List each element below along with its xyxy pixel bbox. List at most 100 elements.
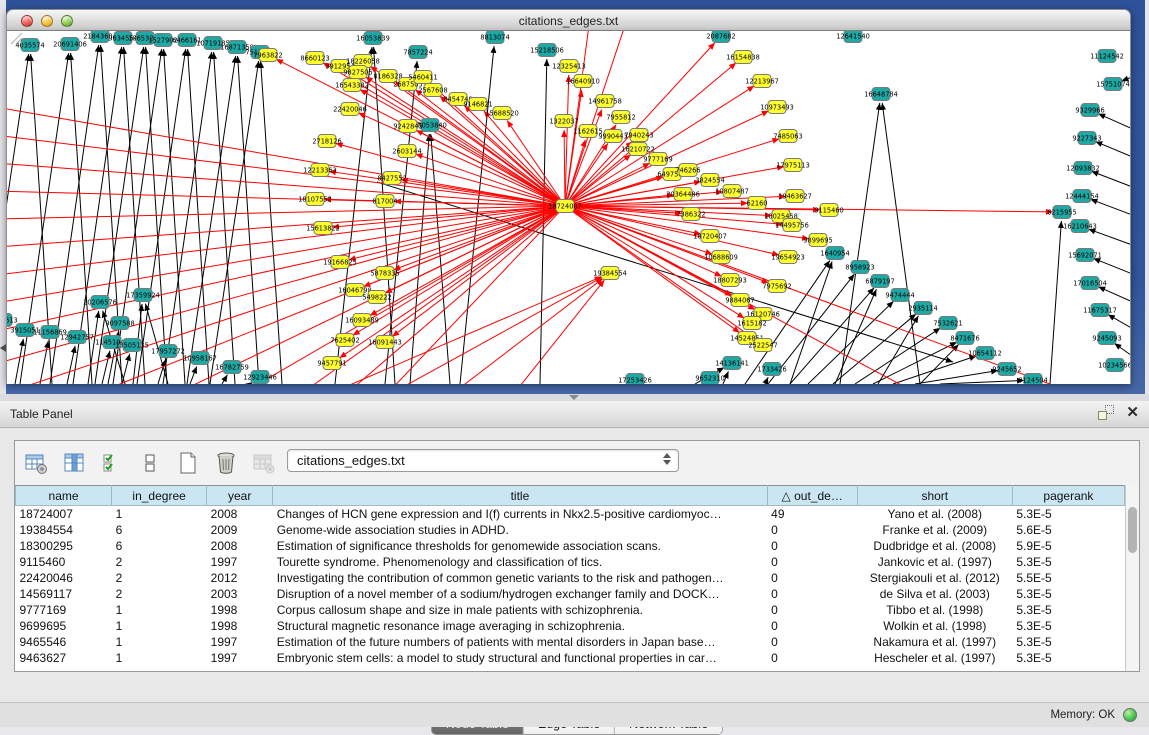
table-cell[interactable]: 9115460 [16,554,112,570]
table-cell[interactable]: 0 [767,650,857,666]
table-cell[interactable]: 19384554 [16,522,112,538]
table-cell[interactable]: 14569117 [16,586,112,602]
table-row[interactable]: 977716911998Corpus callosum shape and si… [16,602,1125,618]
table-cell[interactable]: 1 [112,650,207,666]
table-cell[interactable]: 1998 [207,602,273,618]
table-cell[interactable]: 6 [112,538,207,554]
table-cell[interactable]: 5.3E-5 [1012,554,1124,570]
column-header-4[interactable]: △ out_de… [767,486,857,506]
table-cell[interactable]: 22420046 [16,570,112,586]
table-row[interactable]: 946362711997Embryonic stem cells: a mode… [16,650,1125,666]
table-cell[interactable]: Nakamura et al. (1997) [857,634,1012,650]
table-cell[interactable]: Stergiakouli et al. (2012) [857,570,1012,586]
table-cell[interactable]: 0 [767,538,857,554]
network-canvas[interactable]: 1872400740355742069140621843604963455410… [6,31,1131,384]
table-cell[interactable]: Estimation of significance thresholds fo… [273,538,767,554]
resize-grip[interactable] [7,31,23,45]
table-cell[interactable]: 1 [112,634,207,650]
column-header-5[interactable]: short [857,486,1012,506]
table-cell[interactable]: 1 [112,618,207,634]
table-cell[interactable]: 1997 [207,634,273,650]
table-cell[interactable]: 9465546 [16,634,112,650]
table-cell[interactable]: 0 [767,634,857,650]
table-row[interactable]: 1938455462009Genome-wide association stu… [16,522,1125,538]
table-cell[interactable]: Tibbo et al. (1998) [857,602,1012,618]
column-header-6[interactable]: pagerank [1012,486,1124,506]
table-cell[interactable]: 5.3E-5 [1012,650,1124,666]
scrollbar-thumb[interactable] [1128,507,1137,553]
table-vertical-scrollbar[interactable] [1125,485,1139,671]
table-cell[interactable]: 0 [767,570,857,586]
table-cell[interactable]: 5.5E-5 [1012,570,1124,586]
table-cell[interactable]: 0 [767,618,857,634]
table-cell[interactable]: 1998 [207,618,273,634]
column-header-2[interactable]: year [207,486,273,506]
table-cell[interactable]: Structural magnetic resonance image aver… [273,618,767,634]
table-cell[interactable]: Tourette syndrome. Phenomenology and cla… [273,554,767,570]
table-cell[interactable]: Investigating the contribution of common… [273,570,767,586]
table-cell[interactable]: Wolkin et al. (1998) [857,618,1012,634]
table-cell[interactable]: Corpus callosum shape and size in male p… [273,602,767,618]
table-cell[interactable]: 2 [112,570,207,586]
table-cell[interactable]: Disruption of a novel member of a sodium… [273,586,767,602]
table-cell[interactable]: 2 [112,586,207,602]
delete-table-icon[interactable] [251,450,277,476]
table-cell[interactable]: 49 [767,506,857,522]
table-cell[interactable]: 9777169 [16,602,112,618]
table-cell[interactable]: 6 [112,522,207,538]
table-cell[interactable]: 9699695 [16,618,112,634]
row-height-icon[interactable] [137,450,163,476]
table-row[interactable]: 1456911722003Disruption of a novel membe… [16,586,1125,602]
table-row[interactable]: 969969511998Structural magnetic resonanc… [16,618,1125,634]
table-cell[interactable]: 0 [767,602,857,618]
table-cell[interactable]: 1 [112,602,207,618]
table-cell[interactable]: 5.3E-5 [1012,634,1124,650]
table-cell[interactable]: 9463627 [16,650,112,666]
left-splitter-collapse-icon[interactable] [0,344,6,352]
column-header-3[interactable]: title [273,486,767,506]
table-cell[interactable]: Yano et al. (2008) [857,506,1012,522]
splitter-handle-icon[interactable] [569,395,579,400]
table-cell[interactable]: Genome-wide association studies in ADHD. [273,522,767,538]
new-table-icon[interactable] [175,450,201,476]
table-cell[interactable]: 5.9E-5 [1012,538,1124,554]
table-cell[interactable]: 2 [112,554,207,570]
table-cell[interactable]: Franke et al. (2009) [857,522,1012,538]
table-cell[interactable]: 5.3E-5 [1012,618,1124,634]
table-cell[interactable]: 1997 [207,554,273,570]
table-cell[interactable]: Jankovic et al. (1997) [857,554,1012,570]
table-cell[interactable]: 2012 [207,570,273,586]
table-cell[interactable]: Hescheler et al. (1997) [857,650,1012,666]
table-row[interactable]: 911546021997Tourette syndrome. Phenomeno… [16,554,1125,570]
table-cell[interactable]: Changes of HCN gene expression and I(f) … [273,506,767,522]
select-columns-icon[interactable] [99,450,125,476]
table-cell[interactable]: 0 [767,522,857,538]
table-cell[interactable]: Estimation of the future numbers of pati… [273,634,767,650]
show-columns-icon[interactable] [61,450,87,476]
table-row[interactable]: 946554611997Estimation of the future num… [16,634,1125,650]
network-window-titlebar[interactable]: citations_edges.txt [6,9,1131,31]
table-cell[interactable]: 5.3E-5 [1012,506,1124,522]
table-selector-dropdown[interactable]: citations_edges.txt [287,449,679,472]
column-header-0[interactable]: name [16,486,112,506]
table-settings-icon[interactable] [23,450,49,476]
table-cell[interactable]: 2008 [207,538,273,554]
table-cell[interactable]: 2003 [207,586,273,602]
memory-status-indicator-icon[interactable] [1123,708,1137,722]
float-panel-icon[interactable] [1098,405,1114,420]
table-cell[interactable]: 5.3E-5 [1012,586,1124,602]
close-panel-icon[interactable]: ✕ [1126,405,1139,420]
horizontal-splitter[interactable] [0,394,1149,401]
table-cell[interactable]: Dudbridge et al. (2008) [857,538,1012,554]
network-graph[interactable]: 1872400740355742069140621843604963455410… [7,31,1131,384]
table-row[interactable]: 1830029562008Estimation of significance … [16,538,1125,554]
table-cell[interactable]: 2008 [207,506,273,522]
table-row[interactable]: 2242004622012Investigating the contribut… [16,570,1125,586]
table-cell[interactable]: 0 [767,554,857,570]
table-cell[interactable]: Embryonic stem cells: a model to study s… [273,650,767,666]
table-cell[interactable]: 0 [767,586,857,602]
table-row[interactable]: 1872400712008Changes of HCN gene express… [16,506,1125,522]
delete-rows-icon[interactable] [213,450,239,476]
table-cell[interactable]: 1997 [207,650,273,666]
table-cell[interactable]: de Silva et al. (2003) [857,586,1012,602]
